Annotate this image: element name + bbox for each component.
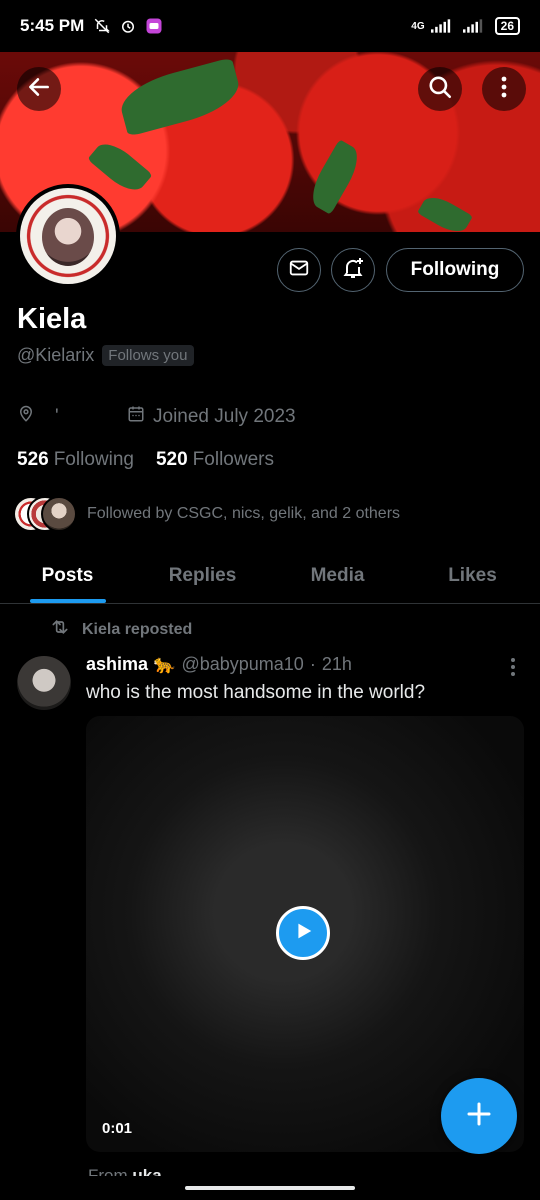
following-label: Following	[53, 449, 134, 470]
location-pin-icon	[17, 405, 35, 429]
post-header: ashima 🐆 @babypuma10 · 21h	[86, 654, 352, 675]
handle-row: @Kielarix Follows you	[17, 345, 194, 366]
following-button[interactable]: Following	[386, 248, 524, 292]
joined-date: Joined July 2023	[127, 405, 296, 429]
search-icon	[427, 74, 453, 105]
alarm-icon	[118, 16, 138, 36]
more-options-button[interactable]	[482, 67, 526, 111]
play-button[interactable]	[276, 906, 330, 960]
network-label: 4G	[411, 20, 425, 32]
profile-tabs: Posts Replies Media Likes	[0, 548, 540, 604]
post-time[interactable]: 21h	[322, 654, 352, 675]
bell-plus-icon	[341, 256, 365, 285]
post-author-handle[interactable]: @babypuma10	[181, 654, 303, 675]
dot	[511, 665, 515, 669]
signal-icon-2	[462, 16, 483, 36]
compose-button[interactable]	[441, 1078, 517, 1154]
profile-avatar[interactable]	[16, 184, 120, 288]
profile-handle: @Kielarix	[17, 345, 95, 365]
tab-replies[interactable]: Replies	[135, 548, 270, 603]
post-text: who is the most handsome in the world?	[86, 682, 426, 703]
followed-by-text: Followed by CSGC, nics, gelik, and 2 oth…	[87, 505, 401, 522]
search-button[interactable]	[418, 67, 462, 111]
follow-counts: 526 Following 520 Followers	[17, 449, 274, 471]
tab-likes[interactable]: Likes	[405, 548, 540, 603]
post-separator: ·	[309, 654, 316, 674]
post-author-avatar[interactable]	[17, 656, 71, 710]
banner-leaf	[304, 139, 366, 215]
tab-posts[interactable]: Posts	[0, 548, 135, 603]
app-notification-icon	[144, 16, 164, 36]
post-author-name[interactable]: ashima 🐆	[86, 654, 175, 675]
play-icon	[292, 920, 314, 947]
message-button[interactable]	[277, 248, 321, 292]
silent-icon	[92, 16, 112, 36]
banner-leaf	[417, 191, 473, 232]
location: '	[17, 405, 127, 429]
following-count: 526	[17, 449, 49, 470]
plus-icon	[464, 1099, 494, 1134]
repost-indicator: Kiela reposted	[50, 618, 192, 641]
following-count-link[interactable]: 526 Following	[17, 449, 134, 471]
avatar-image	[20, 188, 116, 284]
system-nav-bar	[0, 1176, 540, 1200]
location-text: '	[55, 406, 59, 427]
dot	[511, 658, 515, 662]
banner-leaf	[115, 57, 245, 137]
back-button[interactable]	[17, 67, 61, 111]
followers-label: Followers	[192, 449, 274, 470]
calendar-icon	[127, 405, 145, 429]
repost-label: Kiela reposted	[82, 620, 193, 638]
battery-indicator: 26	[494, 17, 520, 35]
post-more-button[interactable]	[505, 656, 521, 678]
followed-by-avatars	[13, 496, 79, 532]
avatar-photo	[42, 208, 94, 266]
follows-you-badge: Follows you	[102, 345, 194, 366]
mini-avatar	[41, 496, 77, 532]
followers-count-link[interactable]: 520 Followers	[156, 449, 274, 471]
profile-meta: ' Joined July 2023	[17, 405, 296, 429]
tab-media[interactable]: Media	[270, 548, 405, 603]
banner-leaf	[87, 136, 153, 198]
profile-name: Kiela	[17, 303, 87, 335]
notifications-button[interactable]	[331, 248, 375, 292]
mail-icon	[288, 257, 310, 284]
arrow-left-icon	[26, 74, 52, 105]
repost-icon	[50, 618, 70, 641]
dot	[511, 672, 515, 676]
status-time: 5:45 PM	[20, 16, 85, 35]
followers-count: 520	[155, 449, 188, 470]
home-indicator[interactable]	[185, 1186, 355, 1190]
signal-icon-1	[430, 16, 451, 36]
status-bar: 5:45 PM 4G 26	[0, 0, 540, 52]
joined-text: Joined July 2023	[153, 406, 296, 427]
followed-by-row[interactable]: Followed by CSGC, nics, gelik, and 2 oth…	[13, 496, 400, 532]
video-duration: 0:01	[102, 1120, 133, 1137]
more-vertical-icon	[500, 75, 508, 104]
